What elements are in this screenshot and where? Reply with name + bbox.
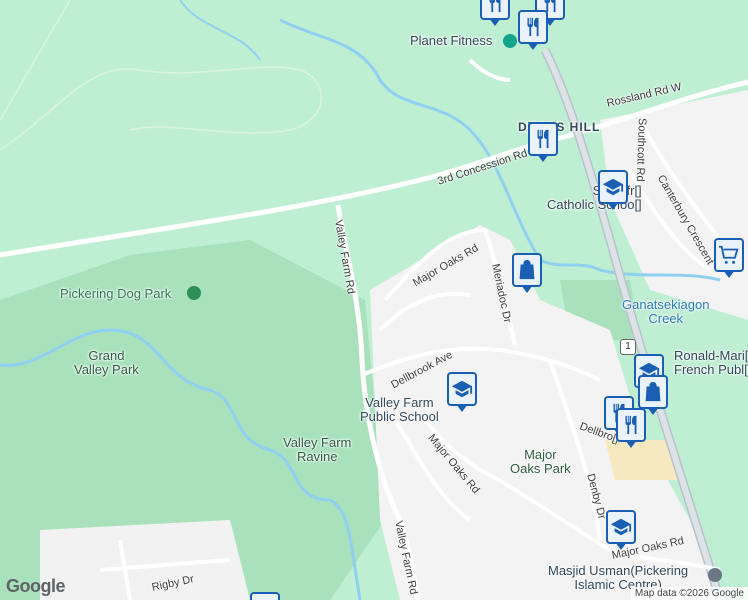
school-pin[interactable] — [606, 510, 636, 550]
place-label-planet-fitness[interactable]: Planet Fitness — [410, 33, 492, 48]
google-logo[interactable]: Google — [6, 576, 66, 597]
restaurant-pin[interactable] — [528, 122, 558, 162]
place-label-major-oaks-park[interactable]: Major Oaks Park — [510, 447, 571, 477]
school-icon — [602, 178, 624, 196]
mosque-icon[interactable] — [708, 568, 722, 582]
place-label-ganatsekiagon-creek: Ganatsekiagon Creek — [622, 297, 710, 327]
fitness-icon[interactable] — [503, 34, 517, 48]
place-label-valley-farm-ravine[interactable]: Valley Farm Ravine — [283, 435, 351, 465]
shopping-bag-icon — [645, 381, 661, 402]
grocery-pin[interactable] — [714, 238, 744, 278]
restaurant-icon — [527, 17, 539, 37]
school-icon — [451, 380, 473, 398]
restaurant-icon — [537, 129, 549, 149]
place-label-pickering-dog-park[interactable]: Pickering Dog Park — [60, 286, 171, 301]
restaurant-pin[interactable] — [518, 10, 548, 50]
school-pin[interactable] — [447, 372, 477, 412]
map-pin[interactable] — [250, 592, 280, 600]
creek — [179, 0, 261, 61]
shopping-pin[interactable] — [512, 253, 542, 293]
road-label-southcott: Southcott Rd — [633, 117, 648, 182]
place-label-grand-valley-park[interactable]: Grand Valley Park — [74, 348, 139, 378]
map-attribution[interactable]: Map data ©2026 Google — [630, 587, 748, 600]
shopping-bag-icon — [519, 259, 535, 280]
school-pin[interactable] — [598, 170, 628, 210]
place-label-ronald-marion[interactable]: Ronald-Mari[] French Publ[] — [674, 348, 748, 378]
shopping-pin[interactable] — [638, 375, 668, 415]
route-badge: 1 — [620, 339, 636, 355]
shopping-cart-icon — [718, 245, 739, 264]
school-icon — [610, 518, 632, 536]
restaurant-pin[interactable] — [616, 408, 646, 448]
map-canvas[interactable]: Planet Fitness D[]ERS HILL St Wilfr[] Ca… — [0, 0, 748, 600]
park-icon[interactable] — [187, 286, 201, 300]
restaurant-icon — [625, 415, 637, 435]
restaurant-icon — [489, 0, 501, 13]
place-label-valley-farm-public-school[interactable]: Valley Farm Public School — [360, 395, 439, 425]
restaurant-pin[interactable] — [480, 0, 510, 26]
